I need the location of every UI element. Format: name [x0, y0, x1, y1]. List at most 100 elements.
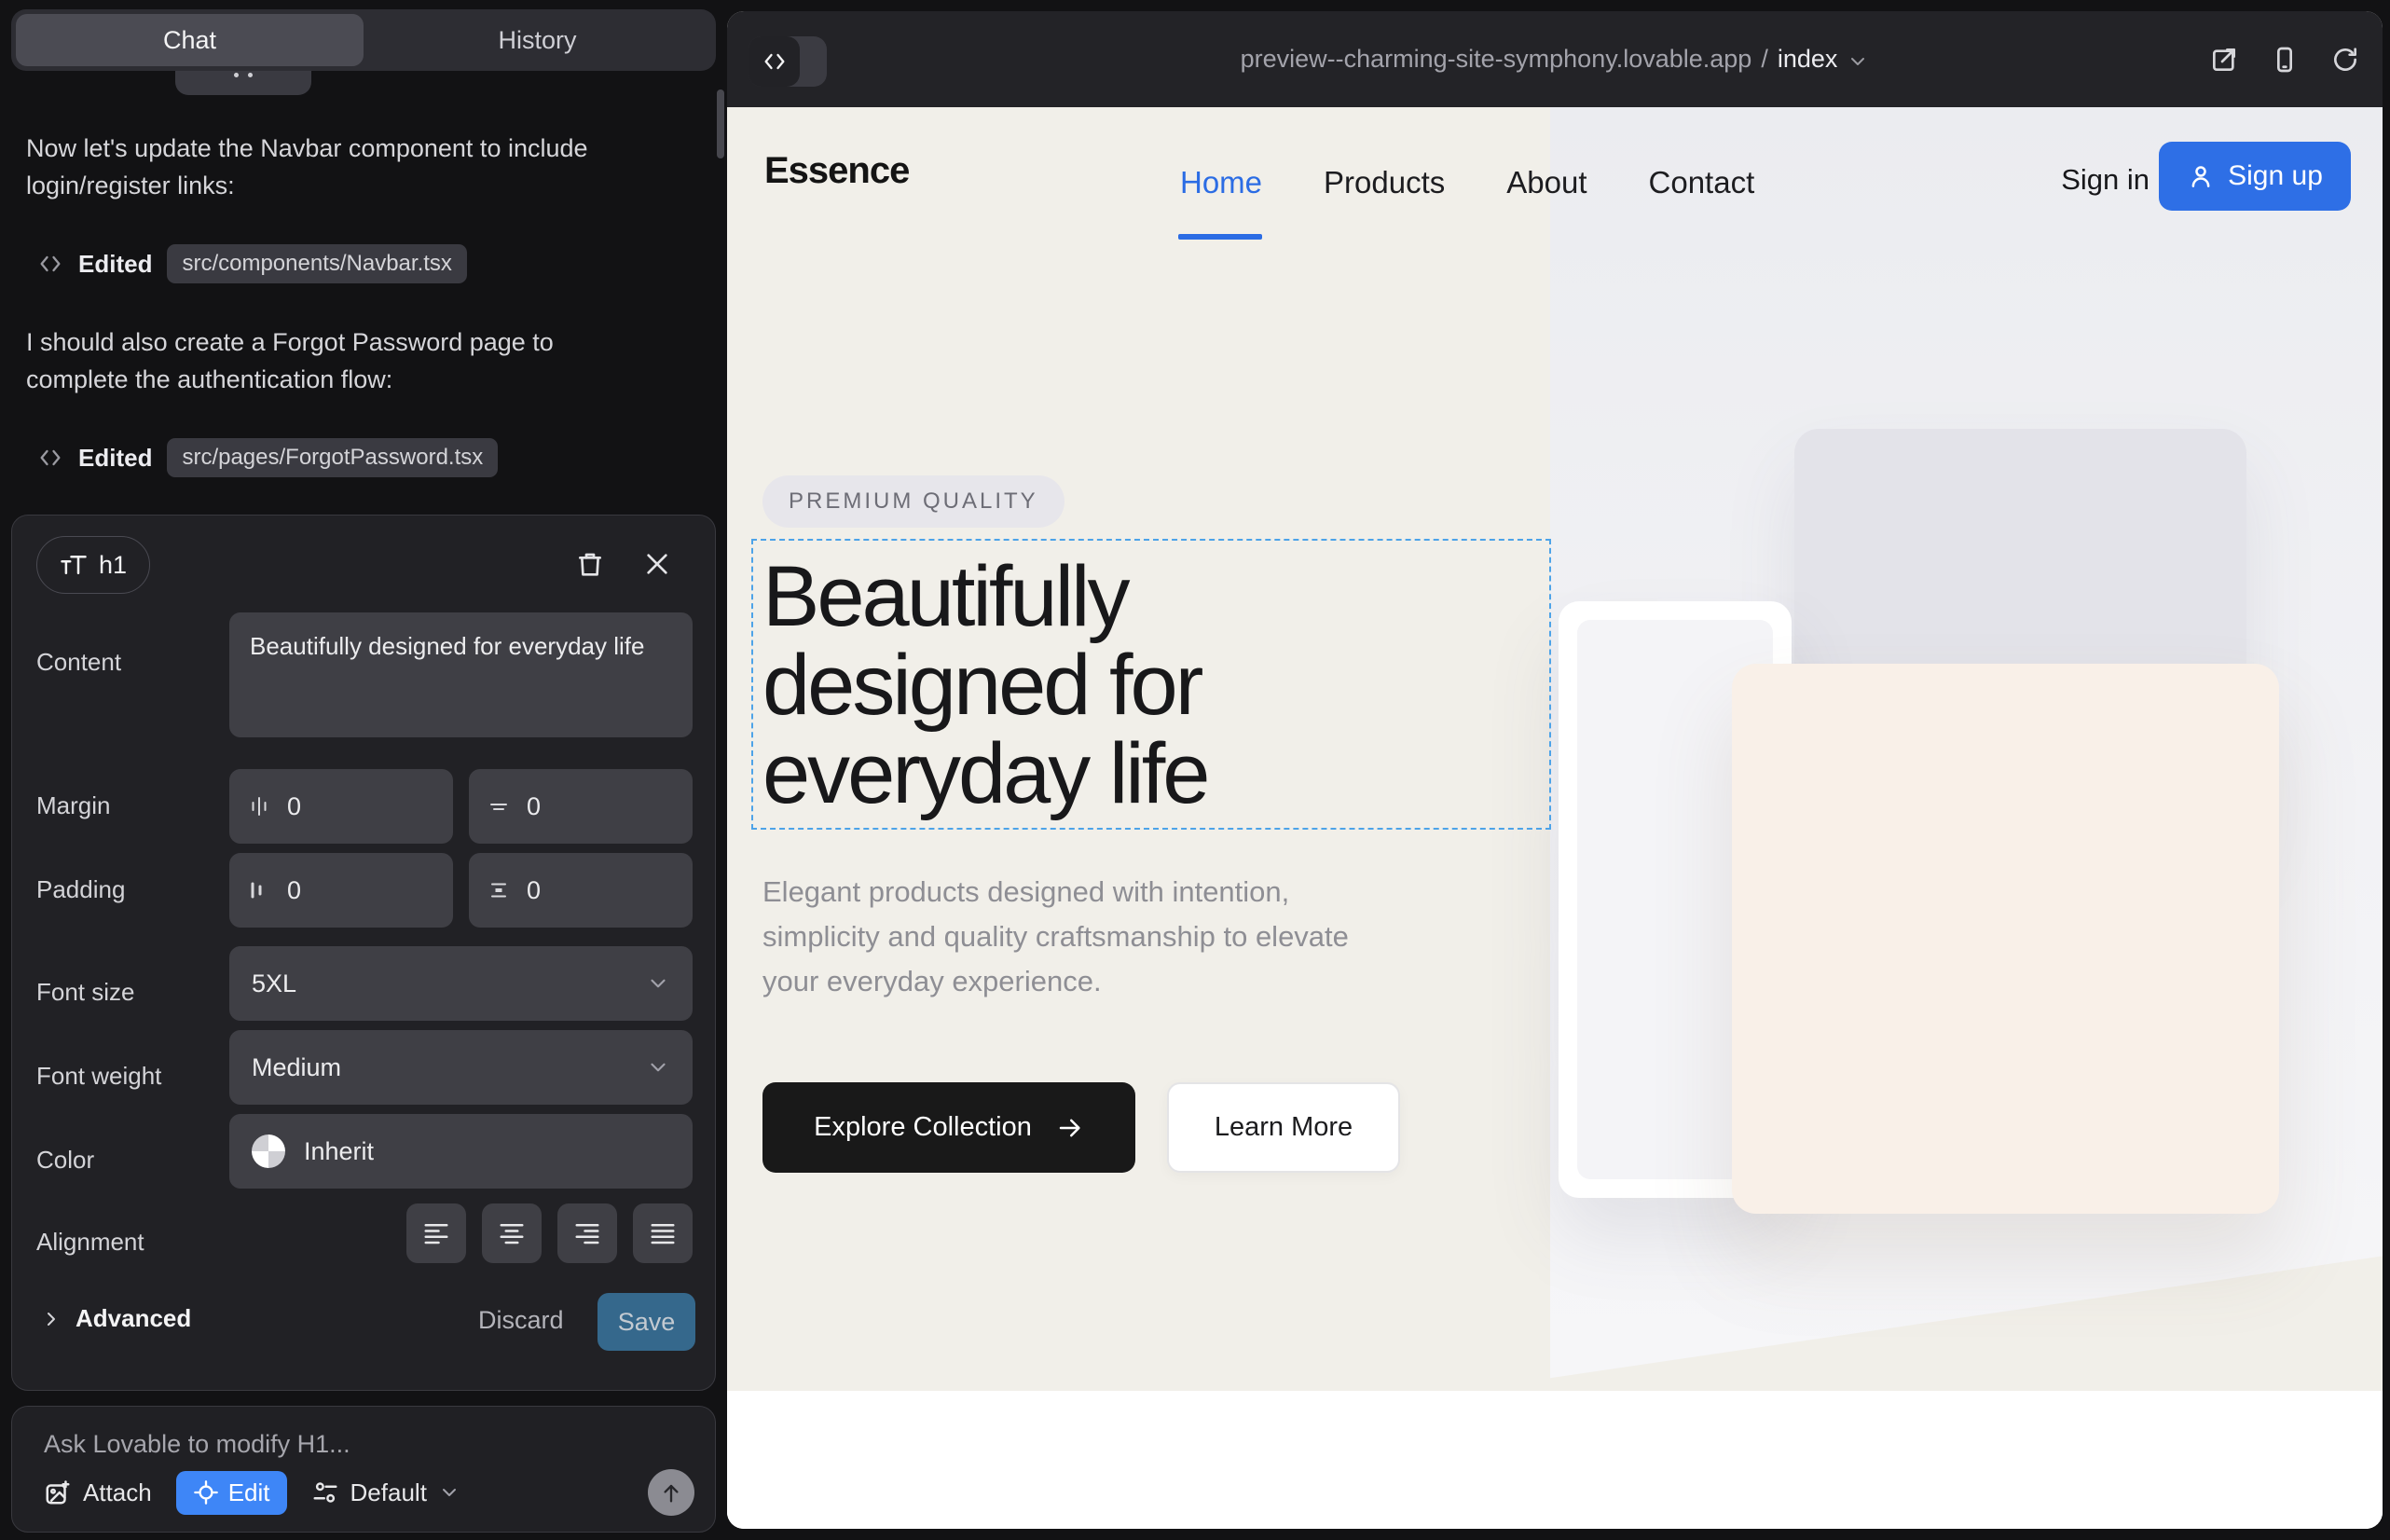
edited-file-chip[interactable]: src/pages/ForgotPassword.tsx — [167, 438, 498, 477]
padding-y-value: 0 — [527, 876, 541, 905]
hero-heading-line: everyday life — [762, 730, 1207, 818]
chip-dot — [234, 73, 239, 77]
content-textarea[interactable]: Beautifully designed for everyday life — [229, 612, 693, 737]
next-section-white — [727, 1391, 2383, 1529]
tab-history[interactable]: History — [364, 14, 711, 66]
explore-collection-label: Explore Collection — [814, 1112, 1032, 1143]
arrow-right-icon — [1056, 1114, 1084, 1142]
align-justify-button[interactable] — [633, 1203, 693, 1263]
align-left-icon — [422, 1219, 450, 1247]
sign-in-link[interactable]: Sign in — [2061, 163, 2150, 197]
explore-collection-button[interactable]: Explore Collection — [762, 1082, 1135, 1173]
selected-element-tag-pill[interactable]: h1 — [36, 536, 150, 594]
prompt-input[interactable] — [44, 1423, 603, 1464]
target-icon — [193, 1479, 219, 1506]
sign-up-button[interactable]: Sign up — [2159, 142, 2351, 211]
nav-link-home[interactable]: Home — [1180, 165, 1262, 200]
font-size-value: 5XL — [252, 969, 296, 998]
font-weight-label: Font weight — [36, 1062, 161, 1091]
edited-file-row: Edited src/pages/ForgotPassword.tsx — [37, 438, 498, 477]
sliders-icon — [311, 1478, 339, 1506]
padding-horizontal-icon — [248, 879, 270, 901]
open-in-new-tab-button[interactable] — [2209, 45, 2239, 75]
font-size-label: Font size — [36, 978, 135, 1007]
nav-link-products[interactable]: Products — [1324, 165, 1445, 200]
site-header: Essence Home Products About Contact Sign… — [727, 107, 2383, 256]
site-preview-frame: preview--charming-site-symphony.lovable.… — [727, 11, 2383, 1529]
code-icon — [37, 445, 63, 471]
edited-file-row: Edited src/components/Navbar.tsx — [37, 244, 467, 283]
type-icon — [60, 551, 88, 579]
edit-mode-pill[interactable]: Edit — [176, 1471, 287, 1515]
advanced-toggle[interactable]: Advanced — [40, 1304, 191, 1333]
user-icon — [2187, 162, 2215, 190]
align-right-button[interactable] — [557, 1203, 617, 1263]
site-logo[interactable]: Essence — [764, 150, 909, 192]
color-select[interactable]: Inherit — [229, 1114, 693, 1189]
save-button[interactable]: Save — [598, 1293, 695, 1351]
url-page: index — [1778, 45, 1838, 74]
mode-selector[interactable]: Default — [311, 1478, 460, 1507]
delete-element-button[interactable] — [568, 542, 612, 586]
padding-y-input[interactable]: 0 — [469, 853, 693, 928]
alignment-label: Alignment — [36, 1228, 144, 1257]
align-center-icon — [498, 1219, 526, 1247]
align-left-button[interactable] — [406, 1203, 466, 1263]
padding-vertical-icon — [488, 879, 510, 901]
padding-x-input[interactable]: 0 — [229, 853, 453, 928]
assistant-message: I should also create a Forgot Password p… — [26, 324, 641, 399]
trash-icon — [575, 549, 605, 579]
element-editor-panel: h1 Content Beautifully designed for ever… — [11, 515, 716, 1391]
color-swatch-transparent — [252, 1134, 285, 1168]
mobile-view-button[interactable] — [2270, 45, 2300, 75]
align-center-button[interactable] — [482, 1203, 542, 1263]
sign-up-label: Sign up — [2228, 160, 2323, 192]
edit-action-label: Edited — [78, 250, 152, 279]
edit-mode-label: Edit — [228, 1478, 270, 1507]
close-editor-button[interactable] — [635, 542, 680, 586]
nav-active-underline — [1178, 234, 1262, 240]
chat-history-tabbar: Chat History — [11, 9, 716, 71]
hero-paragraph: Elegant products designed with intention… — [762, 870, 1378, 1004]
margin-horizontal-icon — [248, 795, 270, 818]
edited-file-chip[interactable]: src/components/Navbar.tsx — [167, 244, 466, 283]
nav-link-contact[interactable]: Contact — [1649, 165, 1755, 200]
padding-x-value: 0 — [287, 876, 301, 905]
discard-button[interactable]: Discard — [478, 1306, 564, 1335]
edit-action-label: Edited — [78, 444, 152, 473]
margin-vertical-icon — [488, 795, 510, 818]
margin-y-input[interactable]: 0 — [469, 769, 693, 844]
padding-label: Padding — [36, 875, 125, 904]
font-weight-select[interactable]: Medium — [229, 1030, 693, 1105]
hero-heading[interactable]: Beautifully designed for everyday life — [762, 553, 1207, 819]
font-size-select[interactable]: 5XL — [229, 946, 693, 1021]
tab-chat[interactable]: Chat — [16, 14, 364, 66]
element-tag-label: h1 — [99, 551, 127, 580]
url-separator: / — [1761, 45, 1768, 74]
close-icon — [642, 549, 672, 579]
chat-scrollbar-thumb[interactable] — [717, 89, 724, 158]
color-value: Inherit — [304, 1137, 374, 1166]
refresh-button[interactable] — [2330, 45, 2360, 75]
image-plus-icon — [44, 1478, 72, 1506]
code-icon — [37, 251, 63, 277]
preview-actions — [2209, 11, 2360, 107]
preview-topbar: preview--charming-site-symphony.lovable.… — [727, 11, 2383, 107]
url-domain: preview--charming-site-symphony.lovable.… — [1241, 45, 1752, 74]
chevron-down-icon — [1847, 50, 1869, 73]
attach-button[interactable]: Attach — [44, 1478, 152, 1507]
preview-url-bar[interactable]: preview--charming-site-symphony.lovable.… — [727, 11, 2383, 107]
prompt-card: Attach Edit Default — [11, 1406, 716, 1533]
learn-more-button[interactable]: Learn More — [1167, 1082, 1400, 1173]
nav-link-about[interactable]: About — [1506, 165, 1586, 200]
content-label: Content — [36, 648, 121, 677]
font-weight-value: Medium — [252, 1053, 341, 1082]
hero-heading-line: Beautifully — [762, 553, 1207, 641]
hero-cta-row: Explore Collection Learn More — [762, 1082, 1400, 1173]
margin-x-input[interactable]: 0 — [229, 769, 453, 844]
premium-quality-badge: PREMIUM QUALITY — [762, 475, 1065, 528]
decorative-card-peach — [1732, 664, 2279, 1214]
arrow-up-icon — [658, 1479, 684, 1506]
smartphone-icon — [2270, 45, 2300, 75]
send-button[interactable] — [648, 1469, 694, 1516]
